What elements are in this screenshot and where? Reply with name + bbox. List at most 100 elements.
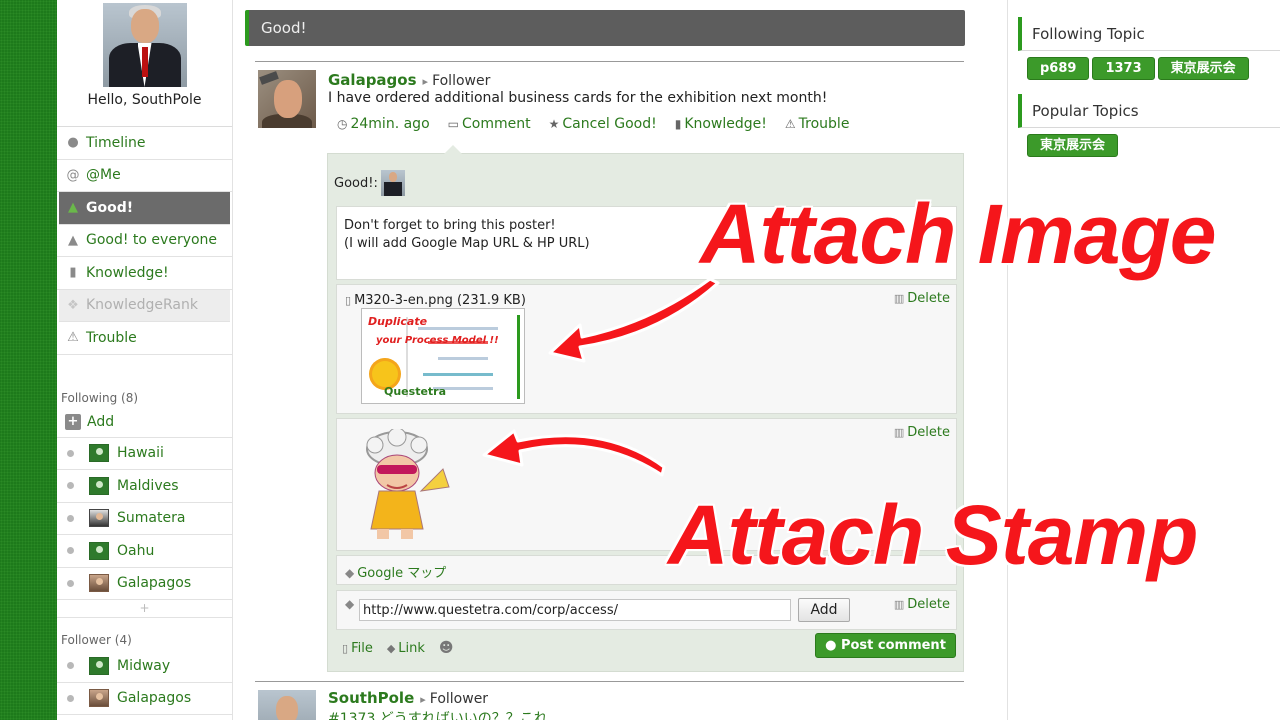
tool-label: File — [351, 640, 373, 656]
following-item-hawaii[interactable]: Hawaii — [57, 438, 232, 470]
topic-avatar — [89, 541, 109, 560]
trouble-link[interactable]: ⚠ Trouble — [785, 116, 850, 132]
ribbon-icon: ❖ — [67, 297, 79, 313]
nav-at-me[interactable]: @ @Me — [57, 160, 232, 192]
post-comment-label: Post comment — [840, 638, 946, 653]
chat-bubbles-icon: ● — [67, 135, 79, 151]
topic-avatar — [89, 656, 109, 675]
comment-icon: ● — [825, 638, 841, 653]
topic-tag[interactable]: 東京展示会 — [1157, 57, 1249, 80]
smiley-icon: ☻ — [438, 640, 454, 656]
post-user-link[interactable]: Galapagos — [328, 71, 417, 89]
comment-label: Comment — [461, 116, 531, 132]
knowledge-link[interactable]: ▮ Knowledge! — [675, 116, 767, 132]
at-icon: @ — [66, 167, 80, 183]
post-relation: Follower — [423, 73, 491, 89]
topic-label: Sumatera — [117, 510, 186, 527]
stamp-character-image — [366, 429, 450, 539]
topic-tag[interactable]: p689 — [1027, 57, 1090, 80]
avatar[interactable] — [380, 170, 405, 196]
book-icon: ▮ — [69, 265, 77, 281]
add-topic-button[interactable]: + Add — [57, 408, 232, 438]
post-time[interactable]: ◷ 24min. ago — [337, 116, 430, 132]
star-icon: ★ — [548, 117, 560, 131]
nav-label: Good! — [86, 199, 134, 216]
profile-panel: Hello, SouthPole — [57, 3, 232, 127]
left-background-band — [0, 0, 57, 720]
tool-label: Link — [398, 640, 425, 656]
delete-button[interactable]: ▥ Delete — [894, 597, 950, 612]
thumbnail-text: your Process Model !! — [376, 335, 499, 346]
add-url-button[interactable]: Add — [798, 598, 850, 622]
topic-label: Galapagos — [117, 575, 192, 592]
post-avatar[interactable] — [258, 690, 316, 720]
bullet-icon — [67, 547, 74, 555]
divider — [255, 681, 964, 682]
tag-icon: ◆ — [386, 641, 396, 655]
following-item-oahu[interactable]: Oahu — [57, 535, 232, 568]
popular-topic-tags: 東京展示会 — [1027, 134, 1119, 157]
nav-good[interactable]: ▲ Good! — [59, 192, 230, 225]
delete-button[interactable]: ▥ Delete — [894, 291, 950, 306]
topic-label: Galapagos — [117, 690, 192, 707]
arrow-annotation — [548, 277, 720, 363]
link-label[interactable]: ◆ Google マップ — [345, 562, 446, 581]
nav-trouble[interactable]: ⚠ Trouble — [57, 322, 232, 355]
topic-avatar — [89, 574, 109, 593]
post-user-link[interactable]: SouthPole — [328, 689, 414, 707]
comment-tools: ▯ File ◆ Link ☻ — [342, 640, 457, 656]
post-comment-button[interactable]: ● Post comment — [815, 633, 956, 658]
follower-item-midway[interactable]: Midway — [57, 650, 232, 683]
nav-knowledge[interactable]: ▮ Knowledge! — [57, 257, 232, 290]
clock-icon: ◷ — [337, 117, 348, 131]
bullet-icon — [67, 482, 74, 490]
following-item-galapagos[interactable]: Galapagos — [57, 568, 232, 600]
bullet-icon — [67, 449, 74, 457]
url-input[interactable] — [359, 599, 791, 621]
cancel-good-link[interactable]: ★ Cancel Good! — [549, 116, 657, 132]
nav-timeline[interactable]: ● Timeline — [57, 127, 232, 160]
good-by-label: Good!: — [334, 175, 378, 191]
thumbs-up-icon: ▲ — [68, 200, 78, 216]
comment-link[interactable]: ▭ Comment — [448, 116, 531, 132]
expand-more-toggle[interactable]: + — [57, 600, 232, 618]
follower-item-galapagos[interactable]: Galapagos — [57, 683, 232, 715]
topic-avatar — [89, 689, 109, 708]
topic-tag[interactable]: 1373 — [1092, 57, 1155, 80]
file-name: ▯ M320-3-en.png (231.9 KB) — [345, 293, 526, 308]
book-icon: ▮ — [674, 117, 682, 131]
nav-label: Good! to everyone — [86, 232, 218, 249]
post-time-label: 24min. ago — [350, 116, 430, 132]
tag-icon: ◆ — [345, 597, 355, 611]
divider — [255, 61, 964, 62]
trouble-label: Trouble — [798, 116, 850, 132]
cancel-good-label: Cancel Good! — [562, 116, 657, 132]
stamp-button[interactable]: ☻ — [439, 640, 457, 656]
tag-icon: ◆ — [345, 566, 355, 580]
nav-good-to-everyone[interactable]: ▲ Good! to everyone — [57, 225, 232, 257]
add-label: Add — [87, 414, 115, 430]
topic-tag[interactable]: 東京展示会 — [1027, 134, 1119, 157]
attach-image-annotation: Attach Image — [699, 186, 1217, 282]
trash-icon: ▥ — [893, 292, 905, 305]
sidebar: Hello, SouthPole ● Timeline @ @Me ▲ Good… — [57, 0, 233, 720]
knowledge-label: Knowledge! — [684, 116, 767, 132]
following-item-maldives[interactable]: Maldives — [57, 470, 232, 503]
following-topic-tags: p689 1373 東京展示会 — [1027, 57, 1249, 80]
link-attach-button[interactable]: ◆ Link — [387, 641, 425, 656]
thumbnail-text: Duplicate — [368, 315, 428, 328]
nav-knowledge-rank[interactable]: ❖ KnowledgeRank — [59, 289, 230, 322]
avatar[interactable] — [102, 3, 187, 87]
delete-button[interactable]: ▥ Delete — [894, 425, 950, 440]
trash-icon: ▥ — [893, 598, 905, 611]
topic-label: Oahu — [117, 542, 155, 559]
topic-label: Midway — [117, 657, 171, 674]
post-avatar[interactable] — [258, 70, 316, 128]
topic-avatar — [89, 509, 109, 528]
file-attach-button[interactable]: ▯ File — [342, 641, 373, 656]
topic-avatar — [89, 476, 109, 495]
image-thumbnail[interactable]: Duplicate your Process Model !! Questetr… — [361, 308, 525, 404]
following-item-sumatera[interactable]: Sumatera — [57, 503, 232, 535]
